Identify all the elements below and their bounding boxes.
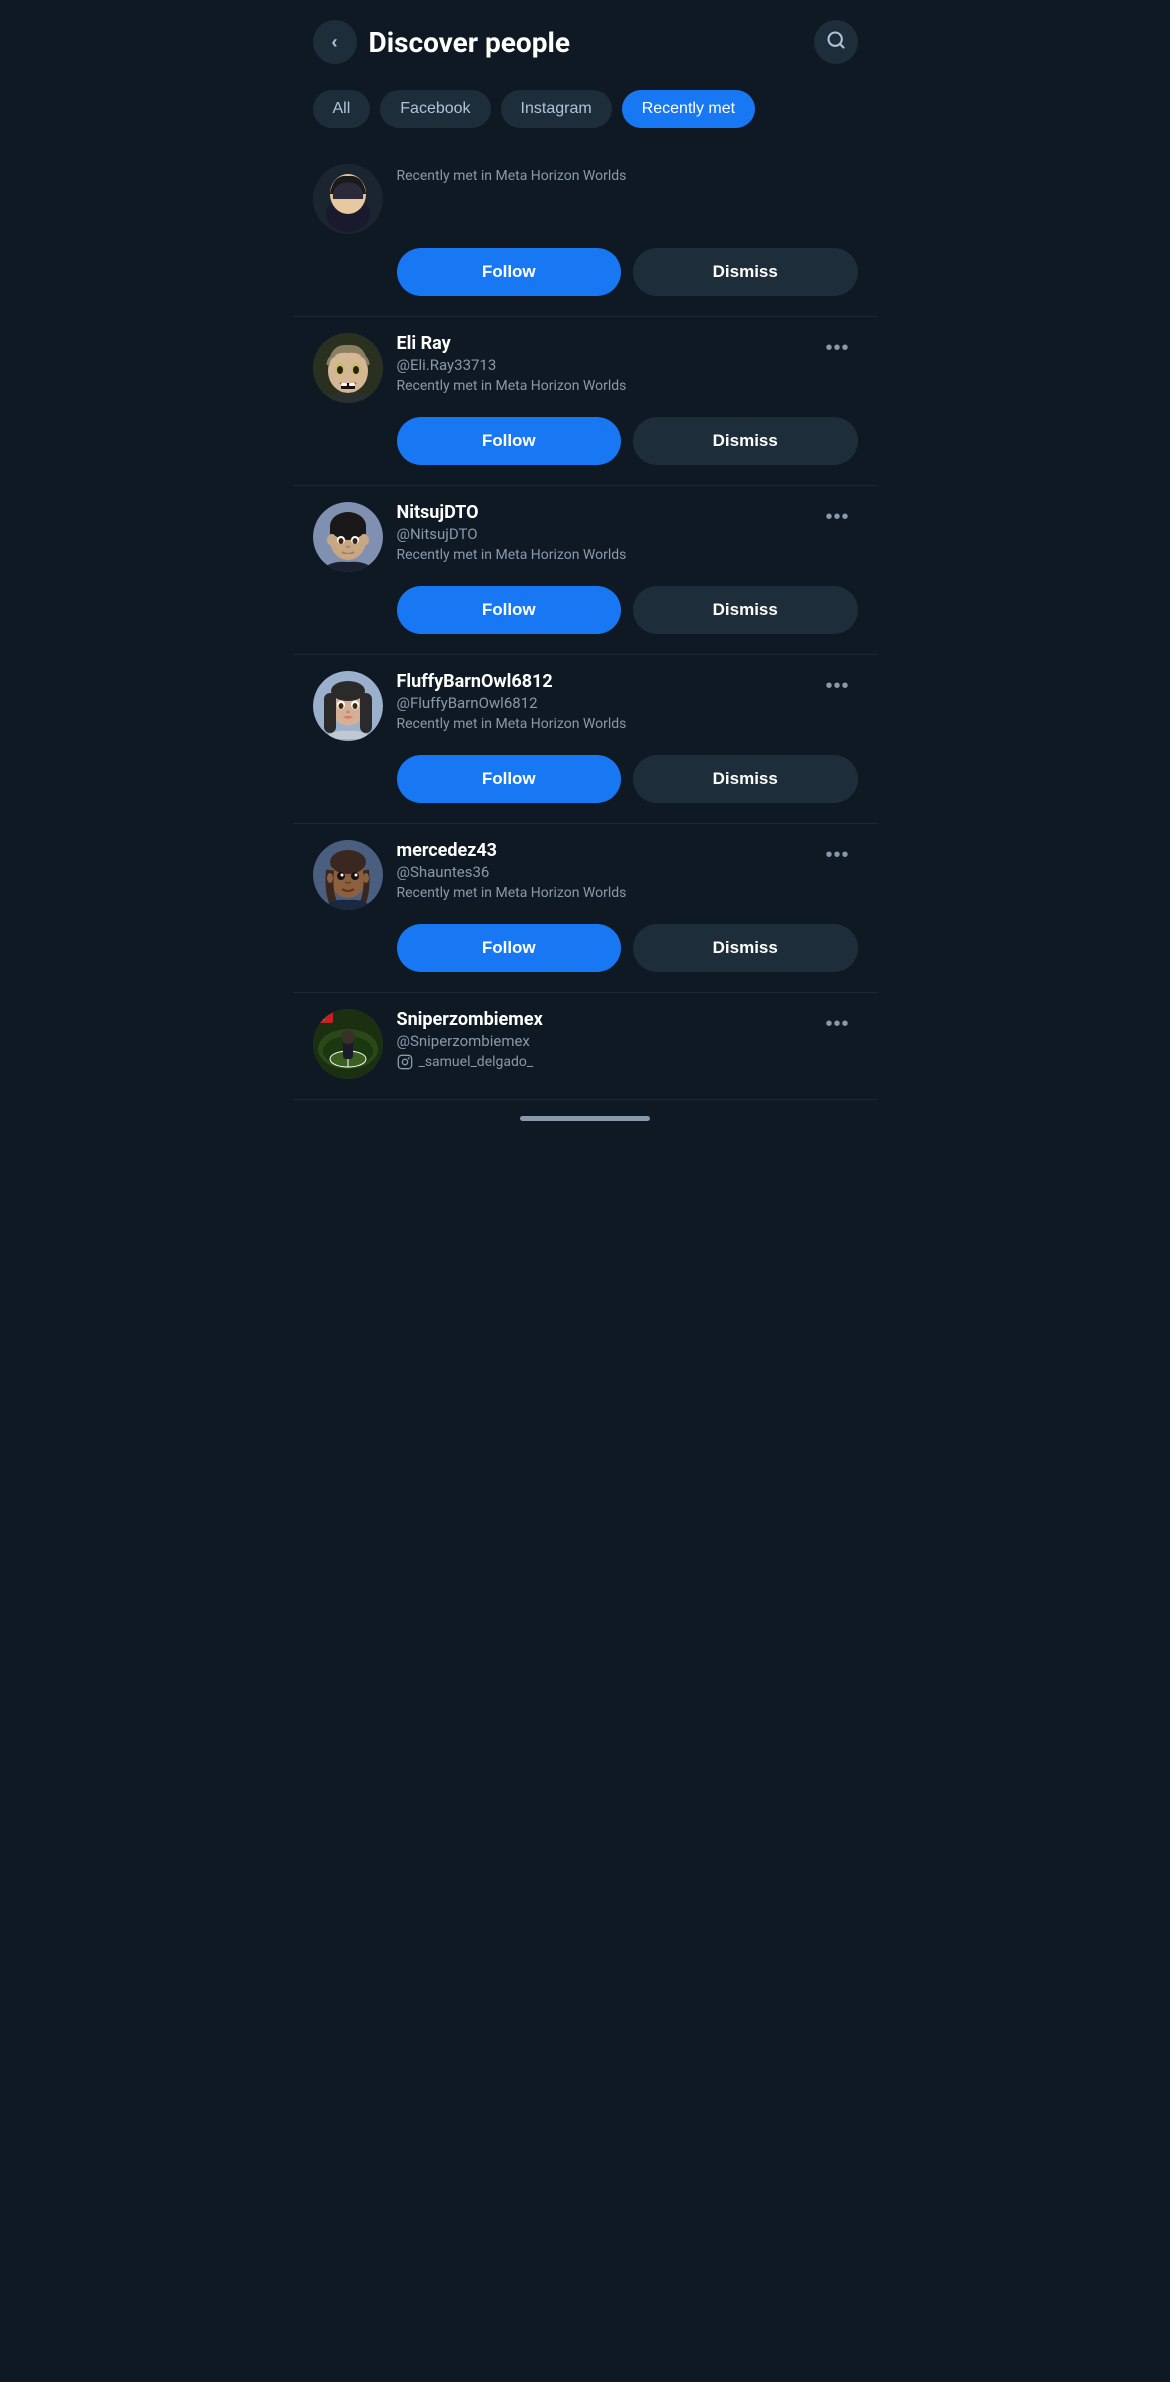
avatar-0 (313, 164, 383, 234)
avatar-mercedez (313, 840, 383, 910)
user-name-nitsuj: NitsujDTO (397, 502, 804, 523)
user-card-sniper: 🎮 Sniperzombiemex @Sniperzombiemex _samu… (293, 993, 878, 1100)
user-handle-fluffy: @FluffyBarnOwl6812 (397, 694, 804, 712)
page-title: Discover people (369, 26, 814, 59)
user-name-eli: Eli Ray (397, 333, 804, 354)
more-button-mercedez[interactable]: ••• (817, 840, 857, 871)
bottom-bar (293, 1100, 878, 1137)
user-handle-eli: @Eli.Ray33713 (397, 356, 804, 374)
avatar-fluffy (313, 671, 383, 741)
dismiss-button-0[interactable]: Dismiss (633, 248, 858, 296)
svg-text:🎮: 🎮 (317, 1015, 326, 1023)
user-info-mercedez: mercedez43 @Shauntes36 Recently met in M… (397, 840, 804, 901)
user-context-0: Recently met in Meta Horizon Worlds (397, 168, 858, 184)
back-button[interactable]: ‹ (313, 20, 357, 64)
filter-tab-recently-met[interactable]: Recently met (622, 90, 755, 128)
more-button-sniper[interactable]: ••• (817, 1009, 857, 1040)
follow-button-fluffy[interactable]: Follow (397, 755, 622, 803)
user-context-nitsuj: Recently met in Meta Horizon Worlds (397, 547, 804, 563)
search-button[interactable] (814, 20, 858, 64)
user-card-header-nitsuj: NitsujDTO @NitsujDTO Recently met in Met… (313, 502, 858, 572)
user-card-eli: Eli Ray @Eli.Ray33713 Recently met in Me… (293, 317, 878, 486)
user-card-fluffy: FluffyBarnOwl6812 @FluffyBarnOwl6812 Rec… (293, 655, 878, 824)
header: ‹ Discover people (293, 0, 878, 74)
avatar-eli (313, 333, 383, 403)
avatar-nitsuj (313, 502, 383, 572)
user-card-header-eli: Eli Ray @Eli.Ray33713 Recently met in Me… (313, 333, 858, 403)
user-card-mercedez: mercedez43 @Shauntes36 Recently met in M… (293, 824, 878, 993)
user-name-mercedez: mercedez43 (397, 840, 804, 861)
instagram-icon (397, 1054, 413, 1070)
user-card-header-mercedez: mercedez43 @Shauntes36 Recently met in M… (313, 840, 858, 910)
user-info-fluffy: FluffyBarnOwl6812 @FluffyBarnOwl6812 Rec… (397, 671, 804, 732)
follow-button-0[interactable]: Follow (397, 248, 622, 296)
home-indicator (520, 1116, 650, 1121)
user-card-header-0: Recently met in Meta Horizon Worlds (313, 164, 858, 234)
more-button-eli[interactable]: ••• (817, 333, 857, 364)
follow-button-mercedez[interactable]: Follow (397, 924, 622, 972)
more-button-fluffy[interactable]: ••• (817, 671, 857, 702)
dismiss-button-fluffy[interactable]: Dismiss (633, 755, 858, 803)
dismiss-button-eli[interactable]: Dismiss (633, 417, 858, 465)
dismiss-button-mercedez[interactable]: Dismiss (633, 924, 858, 972)
user-card-nitsuj: NitsujDTO @NitsujDTO Recently met in Met… (293, 486, 878, 655)
chevron-left-icon: ‹ (332, 32, 338, 53)
user-context-mercedez: Recently met in Meta Horizon Worlds (397, 885, 804, 901)
search-icon (826, 30, 846, 55)
user-handle-sniper: @Sniperzombiemex (397, 1032, 804, 1050)
user-card-header-fluffy: FluffyBarnOwl6812 @FluffyBarnOwl6812 Rec… (313, 671, 858, 741)
filter-tabs: All Facebook Instagram Recently met (293, 74, 878, 148)
avatar-sniper: 🎮 (313, 1009, 383, 1079)
more-button-nitsuj[interactable]: ••• (817, 502, 857, 533)
follow-button-eli[interactable]: Follow (397, 417, 622, 465)
action-buttons-fluffy: Follow Dismiss (397, 755, 858, 803)
user-info-nitsuj: NitsujDTO @NitsujDTO Recently met in Met… (397, 502, 804, 563)
filter-tab-facebook[interactable]: Facebook (380, 90, 490, 128)
user-info-eli: Eli Ray @Eli.Ray33713 Recently met in Me… (397, 333, 804, 394)
action-buttons-eli: Follow Dismiss (397, 417, 858, 465)
user-name-sniper: Sniperzombiemex (397, 1009, 804, 1030)
user-info-sniper: Sniperzombiemex @Sniperzombiemex _samuel… (397, 1009, 804, 1070)
filter-tab-instagram[interactable]: Instagram (501, 90, 612, 128)
user-card-0: Recently met in Meta Horizon Worlds Foll… (293, 148, 878, 317)
user-info-0: Recently met in Meta Horizon Worlds (397, 164, 858, 184)
user-card-header-sniper: 🎮 Sniperzombiemex @Sniperzombiemex _samu… (313, 1009, 858, 1079)
action-buttons-0: Follow Dismiss (397, 248, 858, 296)
filter-tab-all[interactable]: All (313, 90, 371, 128)
user-handle-mercedez: @Shauntes36 (397, 863, 804, 881)
follow-button-nitsuj[interactable]: Follow (397, 586, 622, 634)
user-context-sniper: _samuel_delgado_ (397, 1054, 804, 1070)
user-context-fluffy: Recently met in Meta Horizon Worlds (397, 716, 804, 732)
action-buttons-mercedez: Follow Dismiss (397, 924, 858, 972)
dismiss-button-nitsuj[interactable]: Dismiss (633, 586, 858, 634)
user-context-eli: Recently met in Meta Horizon Worlds (397, 378, 804, 394)
action-buttons-nitsuj: Follow Dismiss (397, 586, 858, 634)
user-handle-nitsuj: @NitsujDTO (397, 525, 804, 543)
user-name-fluffy: FluffyBarnOwl6812 (397, 671, 804, 692)
